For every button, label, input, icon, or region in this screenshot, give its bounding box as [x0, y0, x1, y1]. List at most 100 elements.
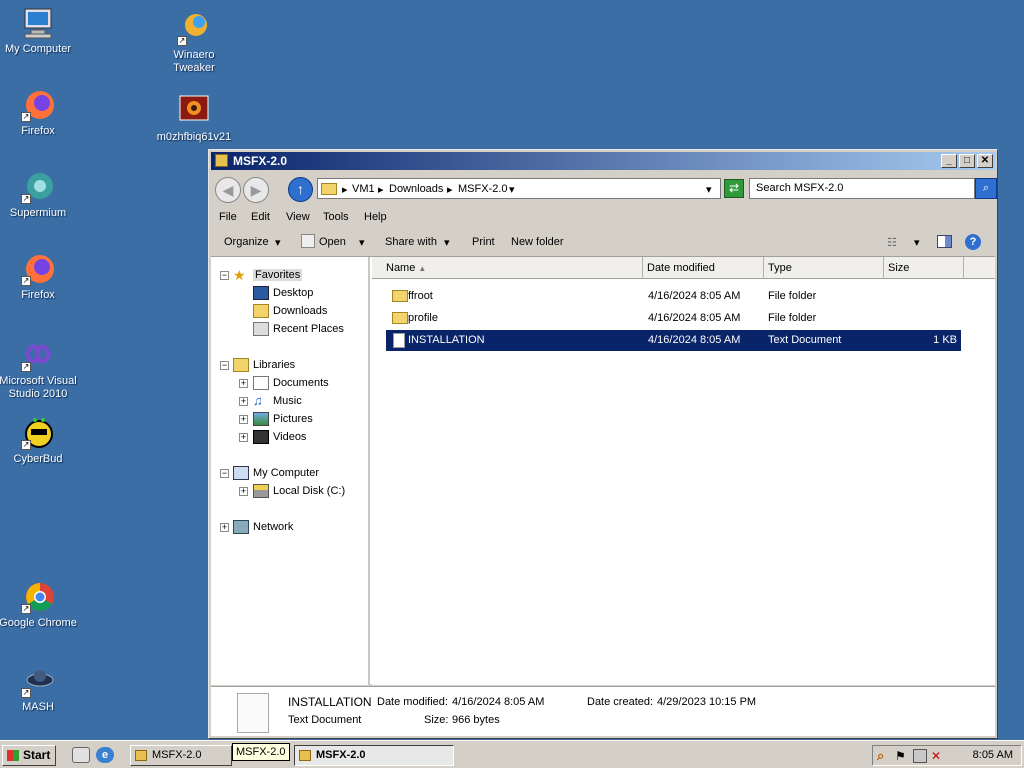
clock[interactable]: 8:05 AM: [973, 749, 1013, 761]
windows-logo-icon: [7, 750, 19, 761]
nav-label: Favorites: [253, 269, 303, 281]
nav-music[interactable]: ♫ Music: [253, 393, 302, 409]
breadcrumb-separator[interactable]: ▸: [342, 183, 348, 196]
content-area: − ★ Favorites Desktop Downloads Recent Pl…: [211, 256, 995, 685]
up-button[interactable]: ↑: [288, 177, 313, 202]
back-button[interactable]: ◀: [215, 177, 241, 203]
nav-pictures[interactable]: Pictures: [253, 411, 313, 427]
file-date: 4/16/2024 8:05 AM: [648, 334, 741, 346]
desktop-icon-cyberbud[interactable]: ↗ CyberBud: [0, 416, 80, 466]
breadcrumb-dropdown-icon[interactable]: ▾: [509, 183, 515, 196]
nav-my-computer[interactable]: My Computer: [233, 465, 319, 481]
nav-desktop[interactable]: Desktop: [253, 285, 313, 301]
nav-network[interactable]: Network: [233, 519, 293, 535]
column-header-name[interactable]: Name ▲: [372, 257, 643, 279]
internet-explorer-icon[interactable]: e: [96, 747, 114, 763]
organize-button[interactable]: Organize: [224, 236, 269, 248]
details-size-value: 966 bytes: [452, 714, 500, 726]
taskbar-item-msfx-active[interactable]: MSFX-2.0: [294, 745, 454, 766]
new-folder-button[interactable]: New folder: [511, 236, 564, 248]
taskbar-item-msfx-inactive[interactable]: MSFX-2.0: [130, 745, 232, 766]
file-row[interactable]: profile 4/16/2024 8:05 AM File folder: [386, 308, 961, 329]
preview-pane-icon[interactable]: [937, 235, 952, 248]
open-dropdown-icon[interactable]: ▾: [359, 236, 365, 249]
network-tray-icon[interactable]: [913, 749, 927, 763]
expand-network-icon[interactable]: +: [220, 523, 229, 532]
file-row[interactable]: ffroot 4/16/2024 8:05 AM File folder: [386, 286, 961, 307]
menu-file[interactable]: File: [219, 211, 237, 223]
breadcrumb-msfx[interactable]: MSFX-2.0: [458, 183, 508, 195]
share-dropdown-icon[interactable]: ▾: [444, 236, 450, 249]
address-bar[interactable]: ▸ VM1 ▸ Downloads ▸ MSFX-2.0 ▾ ▾: [317, 178, 721, 199]
nav-recent-places[interactable]: Recent Places: [253, 321, 344, 337]
file-type: File folder: [768, 290, 817, 302]
collapse-favorites-icon[interactable]: −: [220, 271, 229, 280]
desktop-icon-label: Google Chrome: [0, 617, 77, 629]
shortcut-arrow-icon: ↗: [21, 604, 31, 614]
details-file-name: INSTALLATION: [288, 695, 372, 709]
menu-view[interactable]: View: [286, 211, 310, 223]
show-desktop-icon[interactable]: [72, 747, 90, 763]
desktop-icon-winaero-tweaker[interactable]: ↗ Winaero Tweaker: [152, 12, 236, 75]
breadcrumb-separator[interactable]: ▸: [447, 183, 453, 196]
desktop-icon-supermium[interactable]: ↗ Supermium: [0, 170, 80, 220]
file-date: 4/16/2024 8:05 AM: [648, 312, 741, 324]
navigation-pane[interactable]: − ★ Favorites Desktop Downloads Recent Pl…: [211, 257, 370, 685]
task-label: MSFX-2.0: [152, 749, 202, 761]
search-icon[interactable]: ⌕: [877, 749, 891, 763]
close-button[interactable]: ✕: [977, 154, 993, 168]
desktop-icon-firefox[interactable]: ↗ Firefox: [0, 88, 80, 138]
view-options-icon[interactable]: ☷: [887, 236, 897, 249]
expand-videos-icon[interactable]: +: [239, 433, 248, 442]
column-header-type[interactable]: Type: [764, 257, 884, 279]
share-with-button[interactable]: Share with: [385, 236, 437, 248]
nav-downloads[interactable]: Downloads: [253, 303, 327, 319]
nav-local-disk[interactable]: Local Disk (C:): [253, 483, 345, 499]
nav-videos[interactable]: Videos: [253, 429, 306, 445]
nav-favorites[interactable]: ★ Favorites: [233, 267, 303, 283]
search-input[interactable]: Search MSFX-2.0: [749, 178, 975, 199]
flag-icon[interactable]: ⚑: [895, 749, 909, 763]
desktop-icon-visual-studio[interactable]: ↗ Microsoft Visual Studio 2010: [0, 338, 80, 401]
title-bar[interactable]: MSFX-2.0 _ □ ✕: [211, 152, 995, 170]
refresh-button[interactable]: ⇄: [724, 179, 744, 198]
breadcrumb-separator[interactable]: ▸: [378, 183, 384, 196]
menu-edit[interactable]: Edit: [251, 211, 270, 223]
collapse-libraries-icon[interactable]: −: [220, 361, 229, 370]
expand-music-icon[interactable]: +: [239, 397, 248, 406]
desktop-icon-my-computer[interactable]: My Computer: [0, 6, 80, 56]
folder-icon: [392, 290, 408, 302]
address-bar-row: ◀ ▶ ↑ ▸ VM1 ▸ Downloads ▸ MSFX-2.0 ▾ ▾ ⇄…: [211, 172, 997, 206]
expand-documents-icon[interactable]: +: [239, 379, 248, 388]
desktop-icon-google-chrome[interactable]: ↗ Google Chrome: [0, 580, 80, 630]
cyberbud-icon: ↗: [21, 416, 55, 450]
view-dropdown-icon[interactable]: ▾: [914, 236, 920, 249]
desktop-icon-m0zhfbiq61v21[interactable]: m0zhfbiq61v21: [152, 94, 236, 144]
start-button[interactable]: Start: [2, 745, 56, 766]
column-header-size[interactable]: Size: [884, 257, 964, 279]
search-icon[interactable]: ⌕: [975, 178, 997, 199]
nav-libraries[interactable]: Libraries: [233, 357, 295, 373]
forward-button[interactable]: ▶: [243, 177, 269, 203]
maximize-button[interactable]: □: [959, 154, 975, 168]
collapse-my-computer-icon[interactable]: −: [220, 469, 229, 478]
file-list[interactable]: Name ▲ Date modified Type Size ffroot 4/…: [372, 257, 995, 685]
organize-dropdown-icon[interactable]: ▾: [275, 236, 281, 249]
breadcrumb-downloads[interactable]: Downloads: [389, 183, 443, 195]
expand-local-disk-icon[interactable]: +: [239, 487, 248, 496]
breadcrumb-vm1[interactable]: VM1: [352, 183, 375, 195]
menu-tools[interactable]: Tools: [323, 211, 349, 223]
desktop-icon-firefox-2[interactable]: ↗ Firefox: [0, 252, 80, 302]
column-header-date[interactable]: Date modified: [643, 257, 764, 279]
print-button[interactable]: Print: [472, 236, 495, 248]
open-button[interactable]: Open: [319, 236, 346, 248]
file-row-selected[interactable]: INSTALLATION 4/16/2024 8:05 AM Text Docu…: [386, 330, 961, 351]
help-icon[interactable]: ?: [965, 234, 981, 250]
minimize-button[interactable]: _: [941, 154, 957, 168]
volume-muted-icon[interactable]: ✕: [931, 749, 945, 763]
menu-help[interactable]: Help: [364, 211, 387, 223]
address-history-dropdown-icon[interactable]: ▾: [706, 183, 712, 196]
nav-documents[interactable]: Documents: [253, 375, 329, 391]
desktop-icon-mash[interactable]: ↗ MASH: [0, 664, 80, 714]
expand-pictures-icon[interactable]: +: [239, 415, 248, 424]
